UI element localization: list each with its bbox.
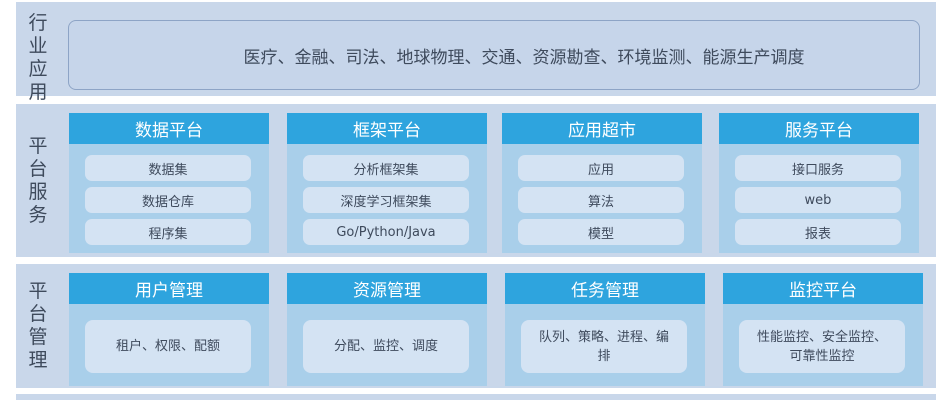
platform-services-layer: 平 台 服 务 数据平台 数据集 数据仓库 程序集 框架平台 分析框架集 深度学… [16,104,936,257]
module-item: Go/Python/Java [303,219,469,245]
module-title: 任务管理 [505,273,705,304]
module-service-platform: 服务平台 接口服务 web 报表 [719,113,919,253]
label-char: 管 [28,326,48,348]
label-char: 台 [28,157,48,180]
module-item: 数据集 [85,155,251,181]
module-framework-platform: 框架平台 分析框架集 深度学习框架集 Go/Python/Java [287,113,487,253]
platform-management-layer: 平 台 管 理 用户管理 租户、权限、配额 资源管理 分配、监控、调度 任务管理… [16,264,936,388]
module-resource-management: 资源管理 分配、监控、调度 [287,273,487,386]
label-char: 行 [28,12,48,34]
module-description: 性能监控、安全监控、可靠性监控 [739,320,905,373]
module-item: 模型 [518,219,684,245]
module-item: web [735,187,901,213]
label-char: 理 [28,349,48,371]
module-item: 程序集 [85,219,251,245]
industry-application-layer: 行 业 应 用 医疗、金融、司法、地球物理、交通、资源勘查、环境监测、能源生产调… [16,2,936,103]
label-char: 平 [28,134,48,157]
module-title: 资源管理 [287,273,487,304]
module-title: 应用超市 [502,113,702,144]
label-char: 务 [28,203,48,226]
module-item: 分析框架集 [303,155,469,181]
module-description: 租户、权限、配额 [85,320,251,373]
module-item: 接口服务 [735,155,901,181]
module-item: 报表 [735,219,901,245]
module-description: 队列、策略、进程、编排 [521,320,687,373]
module-title: 框架平台 [287,113,487,144]
label-char: 平 [28,280,48,302]
module-title: 服务平台 [719,113,919,144]
label-char: 服 [28,180,48,203]
module-title: 用户管理 [69,273,269,304]
label-char: 业 [28,35,48,57]
module-description: 分配、监控、调度 [303,320,469,373]
module-user-management: 用户管理 租户、权限、配额 [69,273,269,386]
bottom-layer-partial [16,394,936,400]
label-char: 应 [28,58,48,80]
services-layer-label: 平 台 服 务 [16,104,60,257]
management-layer-label: 平 台 管 理 [16,264,60,388]
module-data-platform: 数据平台 数据集 数据仓库 程序集 [69,113,269,253]
module-title: 数据平台 [69,113,269,144]
module-item: 应用 [518,155,684,181]
label-char: 台 [28,303,48,325]
industry-layer-label: 行 业 应 用 [16,2,60,103]
module-item: 数据仓库 [85,187,251,213]
module-title: 监控平台 [723,273,923,304]
module-task-management: 任务管理 队列、策略、进程、编排 [505,273,705,386]
module-item: 深度学习框架集 [303,187,469,213]
industry-list-box: 医疗、金融、司法、地球物理、交通、资源勘查、环境监测、能源生产调度 [68,20,920,90]
module-app-market: 应用超市 应用 算法 模型 [502,113,702,253]
module-monitoring-platform: 监控平台 性能监控、安全监控、可靠性监控 [723,273,923,386]
module-item: 算法 [518,187,684,213]
label-char: 用 [28,81,48,103]
